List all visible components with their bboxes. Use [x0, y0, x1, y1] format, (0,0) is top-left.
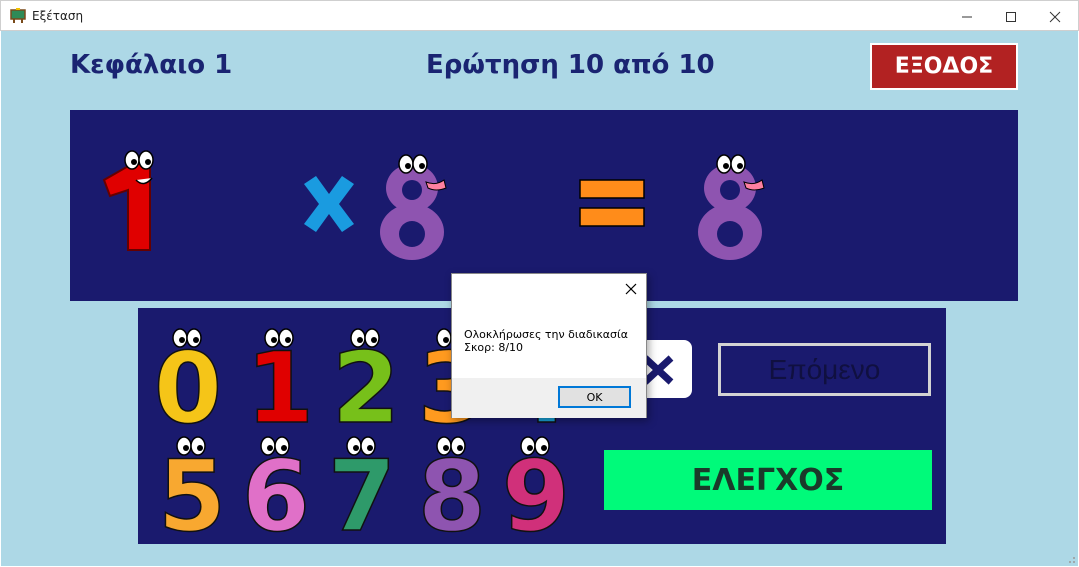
- dialog-close-button[interactable]: [622, 280, 640, 298]
- equation-equals-sign: [578, 178, 648, 230]
- exit-button[interactable]: ΕΞΟΔΟΣ: [870, 43, 1018, 90]
- window-close-button[interactable]: [1032, 1, 1078, 32]
- digit-tile-8[interactable]: 8: [410, 436, 494, 555]
- close-icon: [625, 283, 637, 295]
- maximize-icon: [1006, 11, 1016, 22]
- multiply-icon: [304, 176, 354, 232]
- digit-glyph: 2: [332, 332, 400, 446]
- digit-glyph: 1: [246, 332, 314, 446]
- digit-tile-9[interactable]: 9: [494, 436, 578, 555]
- digit-glyph: 8: [418, 440, 486, 554]
- dialog-message-score: Σκορ: 8/10: [464, 341, 524, 354]
- next-button[interactable]: Επόμενο: [718, 343, 931, 396]
- ok-button[interactable]: OK: [558, 386, 631, 408]
- close-icon: [1049, 11, 1061, 22]
- digit-glyph: 9: [502, 440, 570, 554]
- digit-tile-7[interactable]: 7: [320, 436, 404, 555]
- digit-tile-1[interactable]: 1: [238, 328, 322, 447]
- digit-tile-2[interactable]: 2: [324, 328, 408, 447]
- digit-glyph: 6: [242, 440, 310, 554]
- window-title: Εξέταση: [32, 9, 84, 23]
- minimize-icon: [962, 16, 972, 17]
- window-titlebar: Εξέταση: [0, 0, 1079, 31]
- dialog-message-completed: Ολοκλήρωσες την διαδικασία: [464, 328, 628, 341]
- dialog-footer: OK: [452, 378, 646, 418]
- app-client-area: Κεφάλαιο 1 Ερώτηση 10 από 10 ΕΞΟΔΟΣ 1: [1, 31, 1078, 566]
- blackboard-icon: [10, 8, 26, 24]
- equals-icon: [579, 179, 645, 227]
- dialog-message: Ολοκλήρωσες την διαδικασία Σκορ: 8/10: [464, 328, 628, 354]
- resize-grip-icon[interactable]: [1066, 554, 1076, 564]
- digit-glyph: 7: [328, 440, 396, 554]
- check-button[interactable]: ΕΛΕΓΧΟΣ: [604, 450, 932, 510]
- equation-operator-multiply: [296, 174, 362, 234]
- minimize-button[interactable]: [944, 1, 990, 32]
- chapter-heading: Κεφάλαιο 1: [70, 50, 233, 80]
- digit-tile-5[interactable]: 5: [150, 436, 234, 555]
- equation-right-operand: [376, 154, 456, 264]
- question-counter: Ερώτηση 10 από 10: [426, 50, 715, 80]
- equation-result: [694, 154, 774, 264]
- digit-glyph: 0: [154, 332, 222, 446]
- result-dialog: Ολοκλήρωσες την διαδικασία Σκορ: 8/10 OK: [451, 273, 647, 418]
- equation-left-operand: 1: [92, 150, 172, 260]
- digit-tile-6[interactable]: 6: [234, 436, 318, 555]
- digit-glyph: 5: [158, 440, 226, 554]
- maximize-button[interactable]: [988, 1, 1034, 32]
- digit-tile-0[interactable]: 0: [146, 328, 230, 447]
